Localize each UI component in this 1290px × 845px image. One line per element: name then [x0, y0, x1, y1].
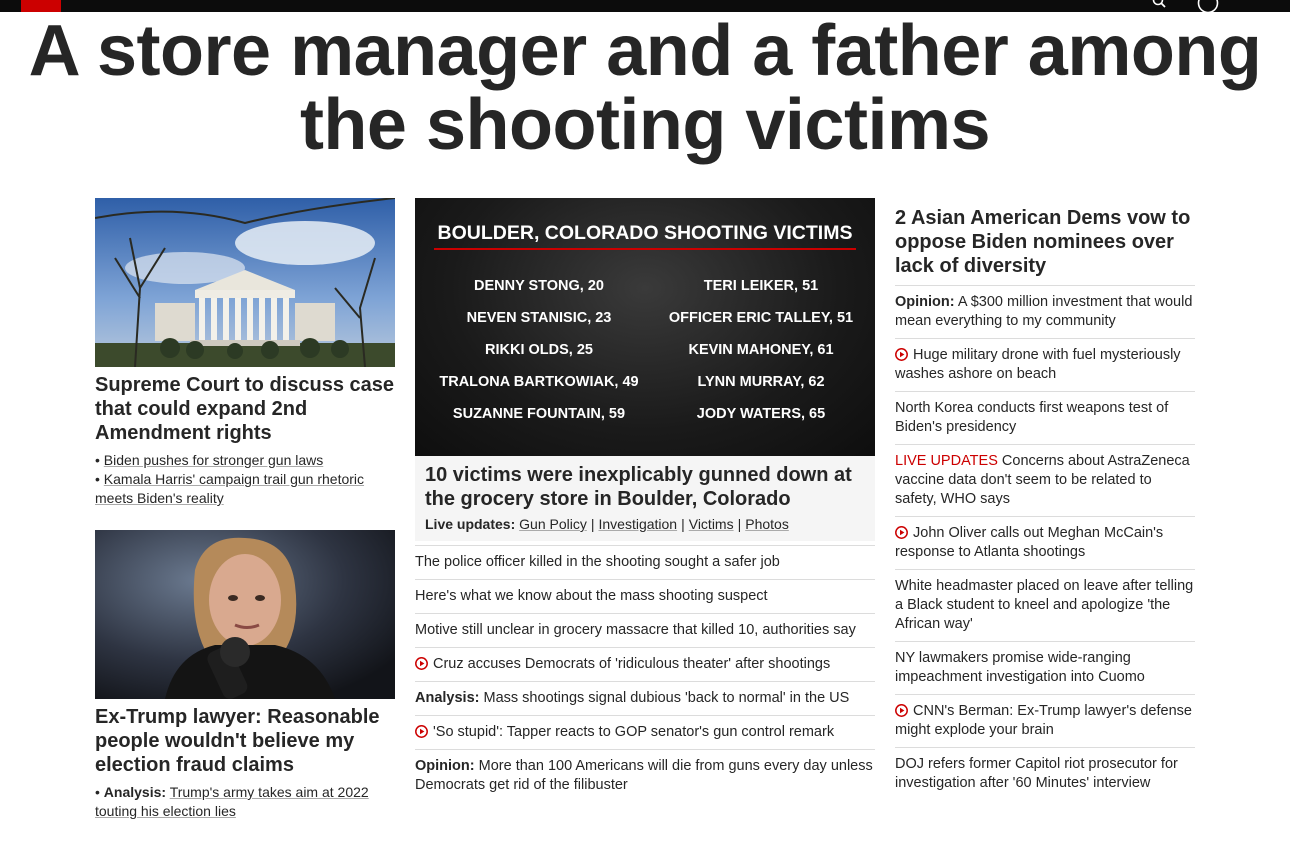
- related-link-item: • Biden pushes for stronger gun laws: [95, 452, 324, 468]
- main-headline[interactable]: A store manager and a father among the s…: [0, 14, 1290, 162]
- victim-name: DENNY STONG, 20: [474, 278, 604, 294]
- separator: |: [737, 516, 742, 532]
- list-item[interactable]: NY lawmakers promise wide-ranging impeac…: [895, 641, 1195, 694]
- headline-text[interactable]: Here's what we know about the mass shoot…: [415, 588, 768, 604]
- story-supreme-court: Supreme Court to discuss case that could…: [95, 198, 395, 508]
- list-item[interactable]: Cruz accuses Democrats of 'ridiculous th…: [415, 647, 875, 681]
- victim-name: NEVEN STANISIC, 23: [467, 310, 612, 326]
- list-item[interactable]: Huge military drone with fuel mysterious…: [895, 338, 1195, 391]
- victim-name: KEVIN MAHONEY, 61: [688, 342, 833, 358]
- lead-story-box: 10 victims were inexplicably gunned down…: [415, 456, 875, 541]
- list-item[interactable]: Analysis: Mass shootings signal dubious …: [415, 681, 875, 715]
- link-prefix: Analysis:: [103, 784, 167, 800]
- related-links: • Analysis: Trump's army takes aim at 20…: [95, 783, 395, 821]
- live-link-victims[interactable]: Victims: [689, 516, 734, 532]
- list-item[interactable]: Here's what we know about the mass shoot…: [415, 579, 875, 613]
- video-play-icon: [895, 348, 908, 361]
- headline-text[interactable]: NY lawmakers promise wide-ranging impeac…: [895, 650, 1145, 685]
- headline-text[interactable]: Motive still unclear in grocery massacre…: [415, 622, 856, 638]
- headline-text[interactable]: Huge military drone with fuel mysterious…: [895, 347, 1181, 382]
- video-play-icon: [415, 657, 428, 670]
- live-link-gun-policy[interactable]: Gun Policy: [519, 516, 587, 532]
- headline-text[interactable]: White headmaster placed on leave after t…: [895, 578, 1193, 632]
- separator: |: [590, 516, 595, 532]
- live-link-photos[interactable]: Photos: [745, 516, 789, 532]
- right-column: 2 Asian American Dems vow to oppose Bide…: [895, 198, 1195, 800]
- story-title[interactable]: Supreme Court to discuss case that could…: [95, 373, 395, 445]
- video-play-icon: [895, 526, 908, 539]
- right-headline-list: Opinion: A $300 million investment that …: [895, 285, 1195, 800]
- related-links: • Biden pushes for stronger gun laws • K…: [95, 451, 395, 508]
- victims-graphic-svg: BOULDER, COLORADO SHOOTING VICTIMS DENNY…: [434, 222, 856, 422]
- victim-name: JODY WATERS, 65: [697, 406, 825, 422]
- headline-text[interactable]: 'So stupid': Tapper reacts to GOP senato…: [433, 724, 834, 740]
- headline-text[interactable]: The police officer killed in the shootin…: [415, 554, 780, 570]
- list-item[interactable]: John Oliver calls out Meghan McCain's re…: [895, 516, 1195, 569]
- story-ex-trump-lawyer: Ex-Trump lawyer: Reasonable people would…: [95, 530, 395, 821]
- list-item[interactable]: DOJ refers former Capitol riot prosecuto…: [895, 747, 1195, 800]
- video-play-icon: [415, 725, 428, 738]
- search-icon[interactable]: [1152, 0, 1166, 8]
- list-item[interactable]: Opinion: More than 100 Americans will di…: [415, 749, 875, 802]
- list-item[interactable]: Opinion: A $300 million investment that …: [895, 285, 1195, 338]
- graphic-title-rule: [434, 248, 856, 250]
- supreme-court-photo[interactable]: [95, 198, 395, 367]
- victim-name: RIKKI OLDS, 25: [485, 342, 593, 358]
- victim-name: TRALONA BARTKOWIAK, 49: [439, 374, 638, 390]
- headline-text[interactable]: Cruz accuses Democrats of 'ridiculous th…: [433, 656, 830, 672]
- headline-prefix: Opinion:: [415, 758, 475, 774]
- live-updates-tag: LIVE UPDATES: [895, 453, 998, 469]
- separator: |: [681, 516, 685, 532]
- story-title[interactable]: Ex-Trump lawyer: Reasonable people would…: [95, 705, 395, 777]
- middle-column: BOULDER, COLORADO SHOOTING VICTIMS DENNY…: [415, 198, 875, 802]
- list-item[interactable]: 'So stupid': Tapper reacts to GOP senato…: [415, 715, 875, 749]
- headline-prefix: Opinion:: [895, 294, 955, 310]
- list-item[interactable]: The police officer killed in the shootin…: [415, 545, 875, 579]
- video-play-icon: [895, 704, 908, 717]
- headline-prefix: Analysis:: [415, 690, 480, 706]
- live-updates-label: Live updates:: [425, 516, 516, 532]
- list-item[interactable]: Motive still unclear in grocery massacre…: [415, 613, 875, 647]
- headline-text[interactable]: More than 100 Americans will die from gu…: [415, 758, 873, 793]
- left-column: Supreme Court to discuss case that could…: [95, 198, 395, 819]
- list-item[interactable]: White headmaster placed on leave after t…: [895, 569, 1195, 641]
- headline-text[interactable]: North Korea conducts first weapons test …: [895, 400, 1168, 435]
- related-link-item: • Kamala Harris' campaign trail gun rhet…: [95, 471, 365, 506]
- graphic-title: BOULDER, COLORADO SHOOTING VICTIMS: [438, 222, 853, 244]
- related-link[interactable]: Kamala Harris' campaign trail gun rhetor…: [95, 471, 364, 506]
- headline-text[interactable]: CNN's Berman: Ex-Trump lawyer's defense …: [895, 703, 1192, 738]
- middle-headline-list: The police officer killed in the shootin…: [415, 545, 875, 802]
- victim-name: OFFICER ERIC TALLEY, 51: [669, 310, 853, 326]
- headline-text[interactable]: John Oliver calls out Meghan McCain's re…: [895, 525, 1163, 560]
- live-updates-links: Live updates: Gun Policy | Investigation | V…: [425, 515, 865, 533]
- victim-name: TERI LEIKER, 51: [704, 278, 818, 294]
- headline-text[interactable]: DOJ refers former Capitol riot prosecuto…: [895, 756, 1178, 791]
- related-link-item: • Analysis: Trump's army takes aim at 20…: [95, 784, 369, 819]
- related-link[interactable]: Biden pushes for stronger gun laws: [104, 452, 323, 468]
- victim-name: LYNN MURRAY, 62: [697, 374, 824, 390]
- lead-story-title[interactable]: 10 victims were inexplicably gunned down…: [425, 463, 865, 511]
- right-lead-title[interactable]: 2 Asian American Dems vow to oppose Bide…: [895, 206, 1195, 278]
- live-link-investigation[interactable]: Investigation: [598, 516, 677, 532]
- headline-text[interactable]: Mass shootings signal dubious 'back to n…: [484, 690, 850, 706]
- list-item[interactable]: CNN's Berman: Ex-Trump lawyer's defense …: [895, 694, 1195, 747]
- lawyer-photo[interactable]: [95, 530, 395, 699]
- victims-graphic[interactable]: BOULDER, COLORADO SHOOTING VICTIMS DENNY…: [415, 198, 875, 456]
- list-item[interactable]: LIVE UPDATES Concerns about AstraZeneca …: [895, 444, 1195, 516]
- victim-name: SUZANNE FOUNTAIN, 59: [453, 406, 625, 422]
- list-item[interactable]: North Korea conducts first weapons test …: [895, 391, 1195, 444]
